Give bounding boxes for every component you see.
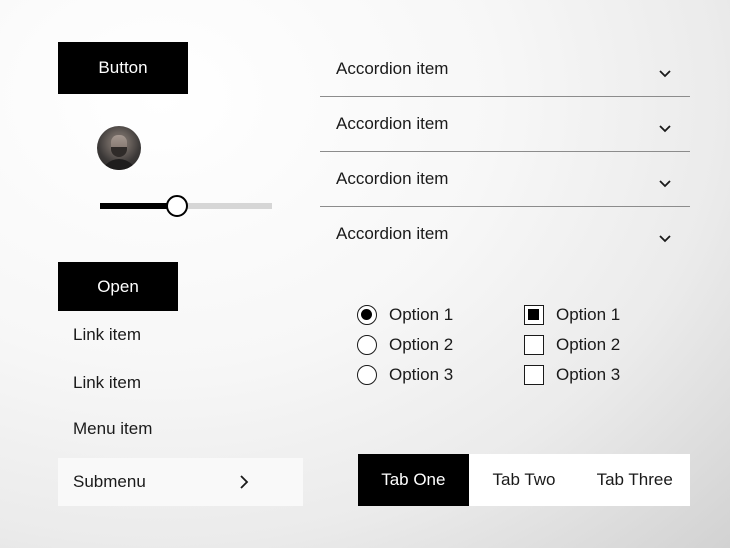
checkbox-label: Option 2 (556, 335, 621, 354)
slider[interactable] (100, 194, 272, 218)
checkbox[interactable] (524, 305, 544, 325)
accordion: Accordion item Accordion item Accordion … (320, 42, 690, 261)
menu-item[interactable]: Menu item (73, 419, 152, 439)
open-menu-button[interactable]: Open (58, 262, 178, 311)
radio-button[interactable] (357, 305, 377, 325)
accordion-item[interactable]: Accordion item (320, 97, 690, 152)
avatar-shoulders (101, 159, 137, 170)
accordion-item[interactable]: Accordion item (320, 207, 690, 261)
tab-one[interactable]: Tab One (358, 454, 469, 506)
checkbox-option[interactable]: Option 1 (524, 303, 620, 327)
checkbox-label: Option 3 (556, 365, 621, 384)
accordion-item[interactable]: Accordion item (320, 42, 690, 97)
chevron-down-icon (659, 65, 671, 83)
chevron-down-icon (659, 175, 671, 193)
avatar (97, 126, 141, 170)
primary-button[interactable]: Button (58, 42, 188, 94)
accordion-item-label: Accordion item (336, 114, 449, 133)
radio-button[interactable] (357, 365, 377, 385)
radio-option[interactable]: Option 2 (357, 333, 453, 357)
checkbox-option[interactable]: Option 2 (524, 333, 620, 357)
chevron-down-icon (659, 230, 671, 248)
radio-label: Option 2 (389, 335, 454, 354)
menu-link-item[interactable]: Link item (73, 325, 141, 345)
radio-option[interactable]: Option 3 (357, 363, 453, 387)
accordion-item-label: Accordion item (336, 59, 449, 78)
radio-button[interactable] (357, 335, 377, 355)
chevron-right-icon (239, 475, 249, 494)
checkbox[interactable] (524, 365, 544, 385)
menu-link-item[interactable]: Link item (73, 373, 141, 393)
tab-bar: Tab One Tab Two Tab Three (358, 454, 690, 506)
radio-label: Option 1 (389, 305, 454, 324)
radio-label: Option 3 (389, 365, 454, 384)
tab-three[interactable]: Tab Three (579, 454, 690, 506)
accordion-item[interactable]: Accordion item (320, 152, 690, 207)
submenu-item[interactable]: Submenu (58, 458, 303, 506)
tab-two[interactable]: Tab Two (469, 454, 580, 506)
submenu-label: Submenu (73, 472, 146, 491)
accordion-item-label: Accordion item (336, 169, 449, 188)
radio-option[interactable]: Option 1 (357, 303, 453, 327)
checkbox-label: Option 1 (556, 305, 621, 324)
slider-thumb[interactable] (166, 195, 189, 217)
chevron-down-icon (659, 120, 671, 138)
checkbox[interactable] (524, 335, 544, 355)
accordion-item-label: Accordion item (336, 224, 449, 243)
checkbox-option[interactable]: Option 3 (524, 363, 620, 387)
avatar-beard (111, 147, 127, 157)
